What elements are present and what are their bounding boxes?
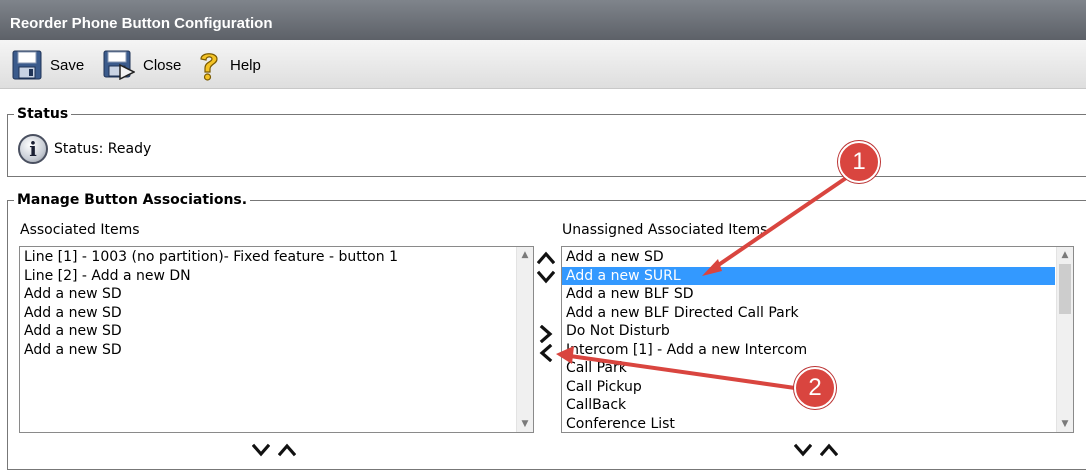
list-item[interactable]: Add a new BLF SD [562,285,1055,304]
list-item[interactable]: Add a new SURL [562,266,1055,285]
help-label: Help [230,56,261,74]
help-button[interactable]: Help [196,49,261,81]
scrollbar-thumb[interactable] [1059,264,1071,314]
list-item[interactable]: Conference List [562,415,1055,433]
list-item[interactable]: Line [1] - 1003 (no partition)- Fixed fe… [20,248,515,267]
list-item[interactable]: Add a new BLF Directed Call Park [562,304,1055,323]
status-legend: Status [14,105,72,123]
list-item[interactable]: Add a new SD [20,304,515,323]
save-button[interactable]: Save [12,49,84,81]
list-item[interactable]: Intercom [1] - Add a new Intercom [562,341,1055,360]
info-icon [18,134,48,164]
unassigned-sort-up-icon[interactable] [820,441,838,459]
callout-1: 1 [838,141,880,183]
close-label: Close [143,56,182,74]
help-icon [200,53,218,81]
associated-scrollbar[interactable]: ▲ ▼ [516,247,533,432]
scroll-up-arrow-icon[interactable]: ▲ [1057,247,1073,263]
toolbar: Save Close Help [0,40,1086,89]
save-label: Save [50,56,85,74]
status-row: Status: Ready [18,134,151,164]
list-item[interactable]: Add a new SD [20,285,515,304]
manage-legend: Manage Button Associations. [14,191,251,209]
list-item[interactable]: Line [2] - Add a new DN [20,267,515,286]
associated-sort-down-icon[interactable] [252,441,270,459]
move-down-icon[interactable] [537,268,555,286]
status-text: Status: Ready [54,141,152,157]
status-section: Status [7,105,1086,177]
scroll-up-arrow-icon[interactable]: ▲ [517,247,533,263]
callout-2: 2 [794,367,836,409]
window-title: Reorder Phone Button Configuration [0,0,1086,40]
save-icon [12,50,42,80]
move-right-icon[interactable] [537,325,555,343]
unassigned-sort-down-icon[interactable] [794,441,812,459]
move-left-icon[interactable] [537,344,555,362]
list-item[interactable]: Do Not Disturb [562,322,1055,341]
scroll-down-arrow-icon[interactable]: ▼ [1057,416,1073,432]
list-item[interactable]: Add a new SD [20,341,515,360]
associated-items-list[interactable]: Line [1] - 1003 (no partition)- Fixed fe… [19,246,534,433]
close-button[interactable]: Close [103,49,181,81]
associated-sort-up-icon[interactable] [278,441,296,459]
list-item[interactable]: Add a new SD [562,248,1055,267]
unassigned-scrollbar[interactable]: ▲ ▼ [1056,247,1073,432]
associated-items-label: Associated Items [20,222,140,238]
scroll-down-arrow-icon[interactable]: ▼ [517,416,533,432]
unassigned-items-label: Unassigned Associated Items [562,222,768,238]
list-item[interactable]: Add a new SD [20,322,515,341]
move-up-icon[interactable] [537,249,555,267]
close-icon [103,50,135,80]
